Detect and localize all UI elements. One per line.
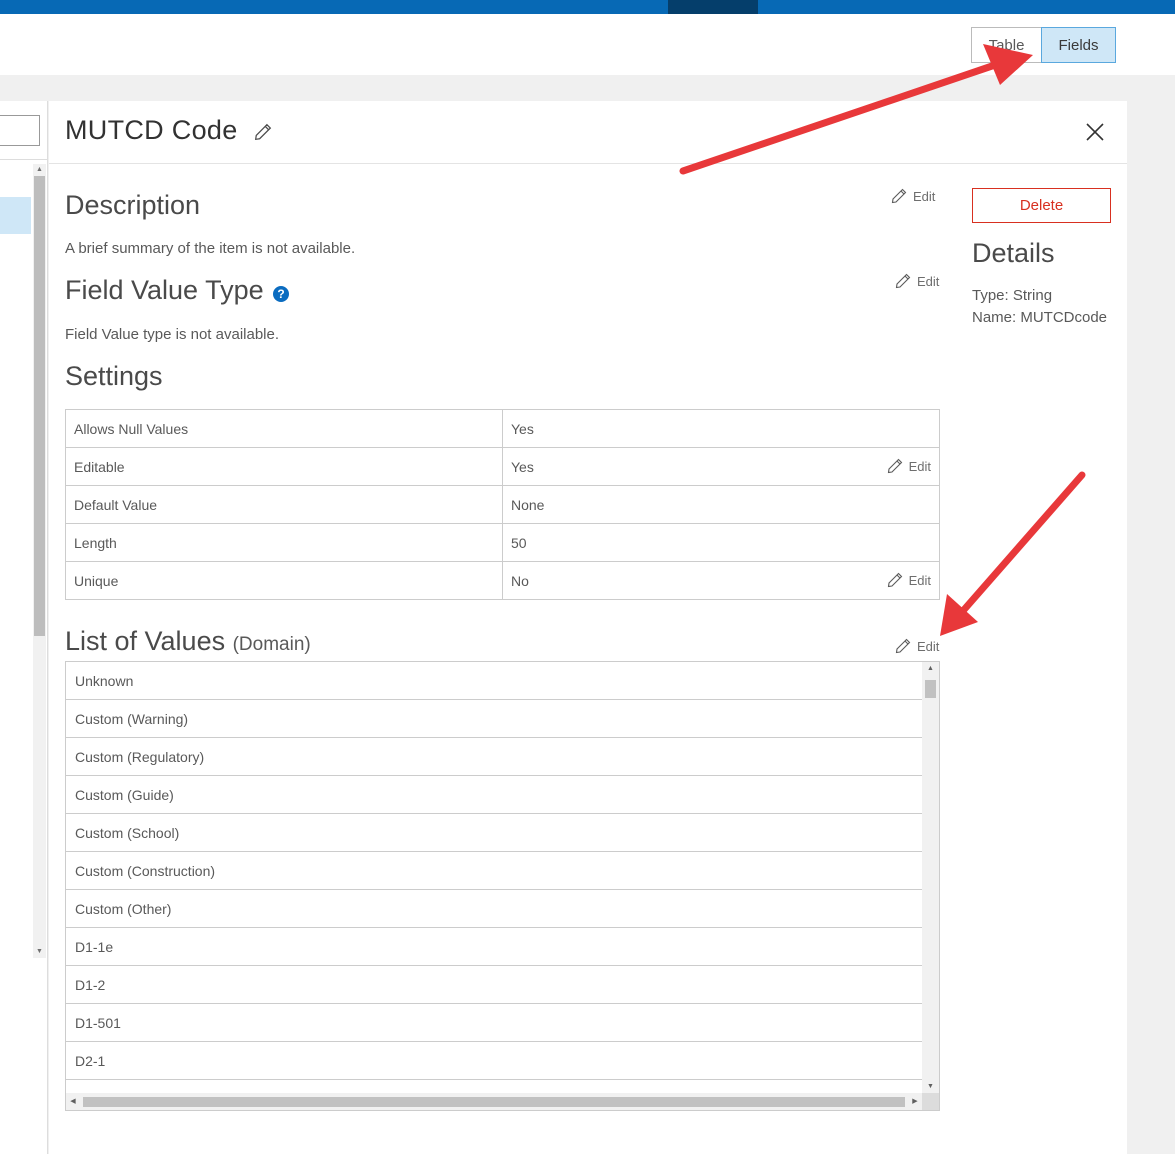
- unique-edit-link[interactable]: Edit: [887, 572, 931, 588]
- table-row: Unique No Edit: [65, 561, 940, 600]
- list-item[interactable]: D1-501: [66, 1004, 922, 1042]
- setting-value: No Edit: [502, 561, 940, 600]
- edit-label: Edit: [908, 572, 931, 588]
- edit-label: Edit: [917, 638, 940, 654]
- selected-field-row[interactable]: [0, 197, 31, 234]
- table-row: Length 50: [65, 523, 940, 562]
- field-title: MUTCD Code: [65, 115, 238, 145]
- domain-heading: List of Values (Domain): [65, 626, 311, 657]
- scroll-thumb[interactable]: [34, 176, 45, 636]
- table-row: Editable Yes Edit: [65, 447, 940, 486]
- table-row: Allows Null Values Yes: [65, 409, 940, 448]
- edit-label: Edit: [917, 273, 940, 289]
- setting-value-text: None: [511, 496, 545, 513]
- domain-list: Unknown Custom (Warning) Custom (Regulator…: [66, 662, 922, 1110]
- scroll-down-arrow-icon[interactable]: ▼: [33, 946, 46, 958]
- setting-value-text: Yes: [511, 420, 534, 437]
- domain-values-list[interactable]: Unknown Custom (Warning) Custom (Regulator…: [65, 661, 940, 1111]
- right-gutter: [1127, 101, 1175, 1154]
- setting-value: Yes: [502, 409, 940, 448]
- scroll-right-arrow-icon[interactable]: ▶: [908, 1095, 922, 1109]
- list-item[interactable]: D2-1: [66, 1042, 922, 1080]
- panel-header: MUTCD Code: [49, 101, 1127, 164]
- setting-value-text: 50: [511, 534, 527, 551]
- domain-vertical-scrollbar[interactable]: ▲ ▼: [922, 662, 939, 1094]
- divider: [0, 159, 48, 160]
- scroll-thumb[interactable]: [925, 680, 936, 698]
- domain-heading-text: List of Values: [65, 626, 226, 656]
- setting-label: Default Value: [65, 485, 503, 524]
- scroll-left-arrow-icon[interactable]: ◀: [66, 1095, 80, 1109]
- pencil-icon[interactable]: [254, 123, 272, 141]
- list-item[interactable]: D1-2: [66, 966, 922, 1004]
- scroll-thumb[interactable]: [83, 1097, 905, 1107]
- setting-value: None: [502, 485, 940, 524]
- scroll-up-arrow-icon[interactable]: ▲: [922, 662, 939, 676]
- setting-label: Allows Null Values: [65, 409, 503, 448]
- field-search-input[interactable]: [0, 115, 40, 146]
- close-icon[interactable]: [1085, 122, 1105, 142]
- table-row: Default Value None: [65, 485, 940, 524]
- details-type: Type: String: [972, 287, 1053, 304]
- list-item[interactable]: Custom (Regulatory): [66, 738, 922, 776]
- edit-label: Edit: [913, 188, 936, 204]
- setting-value: Yes Edit: [502, 447, 940, 486]
- editable-edit-link[interactable]: Edit: [887, 458, 931, 474]
- edit-label: Edit: [908, 458, 931, 474]
- help-icon[interactable]: ?: [273, 286, 289, 302]
- setting-label: Editable: [65, 447, 503, 486]
- fields-list-scrollbar[interactable]: ▲ ▼: [33, 164, 46, 958]
- settings-heading: Settings: [65, 361, 163, 391]
- details-heading: Details: [972, 238, 1055, 268]
- fields-list-panel: ▲ ▼: [0, 101, 48, 1154]
- list-item[interactable]: D1-1e: [66, 928, 922, 966]
- setting-label: Length: [65, 523, 503, 562]
- pencil-icon: [887, 572, 902, 588]
- list-item[interactable]: Custom (Guide): [66, 776, 922, 814]
- field-detail-panel: MUTCD Code Description Edit A brief summ…: [49, 101, 1127, 1154]
- domain-subheading: (Domain): [232, 634, 311, 655]
- top-nav-bar: [0, 0, 1175, 14]
- pencil-icon: [887, 458, 902, 474]
- scroll-up-arrow-icon[interactable]: ▲: [33, 164, 46, 176]
- settings-table: Allows Null Values Yes Editable Yes Edit…: [65, 409, 940, 600]
- scroll-down-arrow-icon[interactable]: ▼: [922, 1080, 939, 1094]
- delete-button[interactable]: Delete: [972, 188, 1111, 223]
- field-value-type-heading: Field Value Type: [65, 275, 264, 305]
- table-view-button[interactable]: Table: [971, 27, 1042, 63]
- list-item[interactable]: Custom (School): [66, 814, 922, 852]
- list-item[interactable]: Unknown: [66, 662, 922, 700]
- top-nav-active-tab[interactable]: [668, 0, 758, 14]
- description-edit-link[interactable]: Edit: [891, 188, 935, 204]
- pencil-icon: [895, 638, 911, 654]
- pencil-icon: [895, 273, 911, 289]
- list-item[interactable]: Custom (Other): [66, 890, 922, 928]
- setting-label: Unique: [65, 561, 503, 600]
- setting-value-text: Yes: [511, 458, 534, 475]
- field-value-type-text: Field Value type is not available.: [65, 326, 280, 343]
- domain-horizontal-scrollbar[interactable]: ◀ ▶: [66, 1093, 922, 1110]
- fields-view-button[interactable]: Fields: [1041, 27, 1116, 63]
- field-value-type-edit-link[interactable]: Edit: [895, 273, 939, 289]
- list-item[interactable]: Custom (Construction): [66, 852, 922, 890]
- setting-value-text: No: [511, 572, 529, 589]
- list-item[interactable]: Custom (Warning): [66, 700, 922, 738]
- view-toolbar: Table Fields: [0, 14, 1175, 75]
- description-text: A brief summary of the item is not avail…: [65, 240, 356, 257]
- domain-edit-link[interactable]: Edit: [895, 638, 939, 654]
- setting-value: 50: [502, 523, 940, 562]
- pencil-icon: [891, 188, 907, 204]
- scrollbar-corner: [922, 1093, 939, 1110]
- details-name: Name: MUTCDcode: [972, 309, 1108, 326]
- description-heading: Description: [65, 190, 201, 220]
